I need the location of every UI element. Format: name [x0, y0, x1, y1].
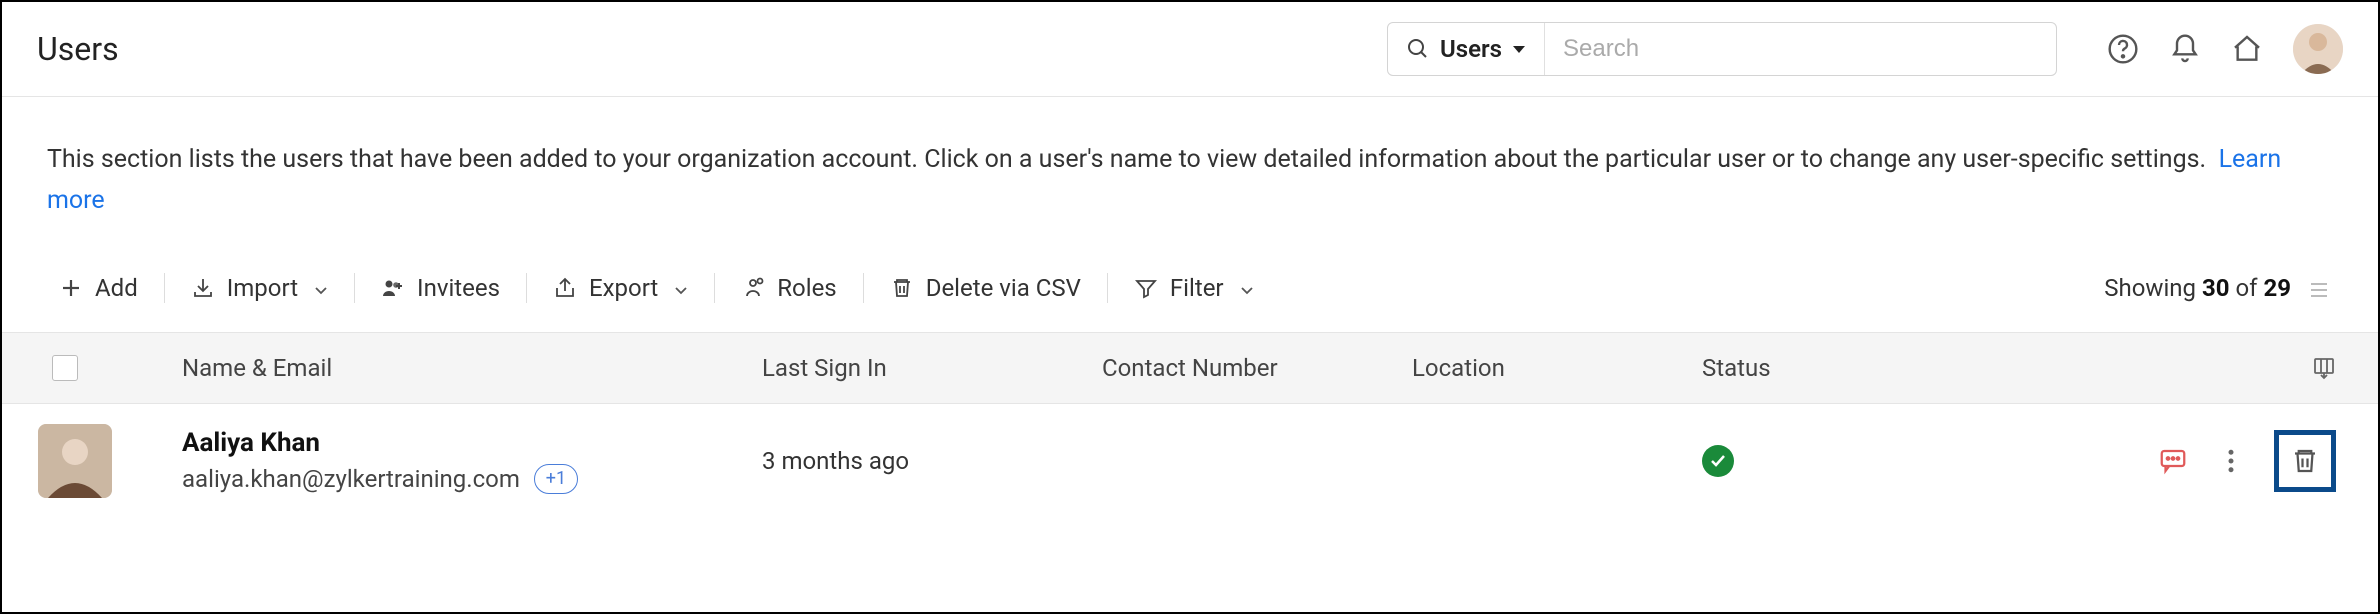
filter-icon [1134, 276, 1158, 300]
bell-icon[interactable] [2169, 33, 2201, 65]
invitees-icon [381, 276, 405, 300]
action-toolbar: Add Import Invitees Export Roles [2, 232, 2378, 332]
table-header: Name & Email Last Sign In Contact Number… [2, 332, 2378, 404]
showing-of: of [2235, 274, 2257, 302]
header-bar: Users Users [2, 2, 2378, 97]
search-icon [1406, 37, 1430, 61]
filter-label: Filter [1170, 274, 1224, 302]
search-wrapper: Users [1387, 22, 2057, 76]
column-contact[interactable]: Contact Number [1102, 354, 1412, 382]
showing-prefix: Showing [2104, 274, 2196, 302]
roles-label: Roles [777, 274, 836, 302]
help-icon[interactable] [2107, 33, 2139, 65]
list-density-icon[interactable] [2309, 278, 2329, 298]
user-name[interactable]: Aaliya Khan [182, 428, 762, 458]
status-active-icon [1702, 445, 1734, 477]
filter-button[interactable]: Filter [1108, 270, 1280, 306]
column-status[interactable]: Status [1702, 354, 2012, 382]
table-row[interactable]: Aaliya Khan aaliya.khan@zylkertraining.c… [2, 404, 2378, 518]
header-icons [2107, 24, 2343, 74]
name-email-cell: Aaliya Khan aaliya.khan@zylkertraining.c… [182, 428, 762, 494]
caret-down-icon [1512, 40, 1526, 59]
chevron-down-icon [314, 274, 328, 302]
invitees-label: Invitees [417, 274, 500, 302]
trash-icon [890, 276, 914, 300]
home-icon[interactable] [2231, 33, 2263, 65]
section-description: This section lists the users that have b… [2, 97, 2378, 232]
showing-total: 29 [2263, 274, 2291, 302]
export-button[interactable]: Export [527, 270, 714, 306]
add-label: Add [95, 274, 138, 302]
profile-avatar[interactable] [2293, 24, 2343, 74]
user-avatar [38, 424, 112, 498]
select-all-checkbox[interactable] [52, 355, 78, 381]
extra-email-badge[interactable]: +1 [534, 464, 578, 494]
description-text: This section lists the users that have b… [47, 145, 2206, 174]
column-signin[interactable]: Last Sign In [762, 354, 1102, 382]
user-email-row: aaliya.khan@zylkertraining.com +1 [182, 464, 762, 494]
delete-csv-button[interactable]: Delete via CSV [864, 270, 1107, 306]
export-icon [553, 276, 577, 300]
search-scope-label: Users [1440, 35, 1502, 63]
last-signin-cell: 3 months ago [762, 447, 1102, 475]
showing-count: 30 [2202, 274, 2230, 302]
delete-csv-label: Delete via CSV [926, 274, 1081, 302]
page-title: Users [37, 30, 119, 68]
invitees-button[interactable]: Invitees [355, 270, 526, 306]
row-actions [2012, 430, 2336, 492]
search-input[interactable] [1545, 35, 2056, 63]
column-location[interactable]: Location [1412, 354, 1702, 382]
chevron-down-icon [1240, 274, 1254, 302]
export-label: Export [589, 274, 658, 302]
add-button[interactable]: Add [47, 270, 164, 306]
roles-button[interactable]: Roles [715, 270, 862, 306]
chevron-down-icon [674, 274, 688, 302]
more-icon[interactable] [2216, 446, 2246, 476]
column-name[interactable]: Name & Email [182, 354, 762, 382]
import-label: Import [227, 274, 298, 302]
column-actions [2012, 356, 2336, 380]
search-scope-selector[interactable]: Users [1388, 23, 1545, 75]
chat-icon[interactable] [2158, 446, 2188, 476]
header-checkbox-cell [52, 355, 182, 381]
import-icon [191, 276, 215, 300]
plus-icon [59, 276, 83, 300]
delete-row-button[interactable] [2274, 430, 2336, 492]
status-cell [1702, 445, 2012, 477]
roles-icon [741, 276, 765, 300]
column-settings-icon[interactable] [2312, 356, 2336, 380]
row-avatar-cell [20, 424, 182, 498]
user-email: aaliya.khan@zylkertraining.com [182, 465, 520, 493]
import-button[interactable]: Import [165, 270, 354, 306]
trash-icon [2290, 446, 2320, 476]
showing-counter: Showing 30 of 29 [2104, 274, 2333, 302]
